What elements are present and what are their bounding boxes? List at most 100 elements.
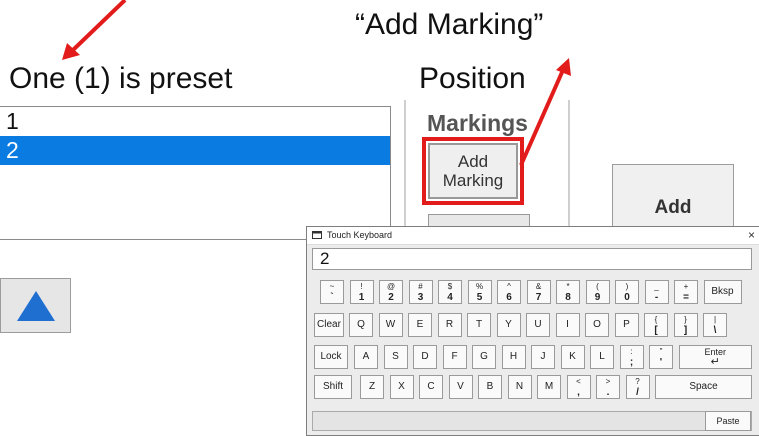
key-f[interactable]: F xyxy=(442,345,467,369)
key-u[interactable]: U xyxy=(526,313,550,337)
key-base-label: , xyxy=(577,387,580,398)
move-up-button[interactable] xyxy=(0,278,71,333)
key-shift-label: ? xyxy=(635,377,640,386)
key-n[interactable]: N xyxy=(507,375,532,399)
key-5[interactable]: % 5 xyxy=(467,280,492,304)
key-h[interactable]: H xyxy=(501,345,526,369)
key-label: C xyxy=(427,381,435,392)
key-punct[interactable]: ? / xyxy=(625,375,650,399)
key-bracket[interactable]: {[ xyxy=(644,313,668,337)
key-g[interactable]: G xyxy=(472,345,496,369)
list-item-selected[interactable]: 2 xyxy=(0,136,390,165)
key-punct[interactable]: <, xyxy=(566,375,591,399)
key--[interactable]: _ - xyxy=(644,280,669,304)
key-label: B xyxy=(486,381,494,392)
key-base-label: ; xyxy=(629,357,634,368)
annotation-one-preset: One (1) is preset xyxy=(9,62,233,95)
key-shift-label: ) xyxy=(625,282,629,291)
key-label: Z xyxy=(368,381,376,392)
key-8[interactable]: * 8 xyxy=(556,280,580,304)
key-bracket[interactable]: | \ xyxy=(703,313,727,337)
key-shift-label: ^ xyxy=(507,282,511,291)
panel-divider xyxy=(568,100,570,240)
up-arrow-icon xyxy=(16,290,55,321)
panel-divider xyxy=(404,100,406,240)
key-d[interactable]: D xyxy=(413,345,437,369)
list-item[interactable]: 1 xyxy=(0,107,390,136)
key-y[interactable]: Y xyxy=(496,313,521,337)
key-t[interactable]: T xyxy=(467,313,491,337)
add-marking-button[interactable]: Add Marking xyxy=(422,137,524,205)
key-i[interactable]: I xyxy=(555,313,580,337)
key-z[interactable]: Z xyxy=(360,375,384,399)
key-x[interactable]: X xyxy=(389,375,414,399)
touch-keyboard-window: Touch Keyboard × 2 ~ `! 1 @2 #3 $4% 5 ^ 6 & 7 * 8(9)… xyxy=(306,226,759,436)
key-3[interactable]: #3 xyxy=(408,280,433,304)
key-`[interactable]: ~ ` xyxy=(320,280,344,304)
key-6[interactable]: ^ 6 xyxy=(497,280,521,304)
key-base-label: - xyxy=(654,292,659,303)
key-shift-label: + xyxy=(683,282,689,291)
key-punct[interactable]: >. xyxy=(596,375,620,399)
key-1[interactable]: ! 1 xyxy=(349,280,374,304)
key-e[interactable]: E xyxy=(408,313,432,337)
key-base-label: 6 xyxy=(506,292,512,303)
add-marking-label-line1: Add xyxy=(457,152,489,171)
key-base-label: ' xyxy=(659,357,663,368)
key-label: U xyxy=(534,319,542,330)
key-punct[interactable]: :; xyxy=(619,345,644,369)
keyboard-status-bar: Paste xyxy=(312,411,752,431)
key-label: F xyxy=(451,351,458,362)
markings-list[interactable]: 1 2 xyxy=(0,106,391,240)
key-c[interactable]: C xyxy=(419,375,443,399)
key-label: M xyxy=(544,381,554,392)
key-shift-label: : xyxy=(630,347,633,356)
key-r[interactable]: R xyxy=(437,313,462,337)
key-l[interactable]: L xyxy=(590,345,614,369)
key-shift-label: _ xyxy=(654,282,659,291)
space-label: Space xyxy=(689,381,718,392)
close-icon[interactable]: × xyxy=(748,228,755,242)
key-label: K xyxy=(569,351,576,362)
key-m[interactable]: M xyxy=(537,375,561,399)
key-j[interactable]: J xyxy=(531,345,555,369)
lock-key[interactable]: Lock xyxy=(314,345,348,369)
key-p[interactable]: P xyxy=(614,313,639,337)
key-base-label: / xyxy=(636,387,639,398)
key-q[interactable]: Q xyxy=(349,313,373,337)
key-7[interactable]: & 7 xyxy=(526,280,551,304)
key-label: E xyxy=(416,319,424,330)
key-s[interactable]: S xyxy=(383,345,408,369)
paste-button[interactable]: Paste xyxy=(705,411,751,431)
key-label: Y xyxy=(505,319,512,330)
key-bracket[interactable]: }] xyxy=(673,313,698,337)
key-punct[interactable]: " ' xyxy=(649,345,673,369)
backspace-key[interactable]: Bksp xyxy=(703,280,742,304)
clear-key[interactable]: Clear xyxy=(314,313,344,337)
key-label: S xyxy=(392,351,399,362)
key-o[interactable]: O xyxy=(585,313,609,337)
shift-key[interactable]: Shift xyxy=(314,375,352,399)
key-2[interactable]: @2 xyxy=(379,280,403,304)
key-label: H xyxy=(509,351,518,362)
key-a[interactable]: A xyxy=(354,345,378,369)
key-b[interactable]: B xyxy=(478,375,502,399)
key-v[interactable]: V xyxy=(448,375,473,399)
space-key[interactable]: Space xyxy=(655,375,752,399)
key-9[interactable]: (9 xyxy=(585,280,610,304)
shift-label: Shift xyxy=(322,381,343,392)
keyboard-input[interactable]: 2 xyxy=(312,248,752,270)
key-base-label: = xyxy=(683,292,689,303)
key-base-label: ] xyxy=(683,325,688,336)
key-base-label: \ xyxy=(713,325,717,336)
key-0[interactable]: ) 0 xyxy=(615,280,639,304)
add-marking-label-line2: Marking xyxy=(442,171,504,190)
key-shift-label: < xyxy=(576,377,581,386)
key-k[interactable]: K xyxy=(560,345,585,369)
key-4[interactable]: $4 xyxy=(438,280,462,304)
key-=[interactable]: + = xyxy=(674,280,698,304)
key-label: P xyxy=(623,319,630,330)
key-w[interactable]: W xyxy=(378,313,403,337)
enter-key[interactable]: Enter ↵ xyxy=(678,345,752,369)
key-base-label: [ xyxy=(654,325,658,336)
